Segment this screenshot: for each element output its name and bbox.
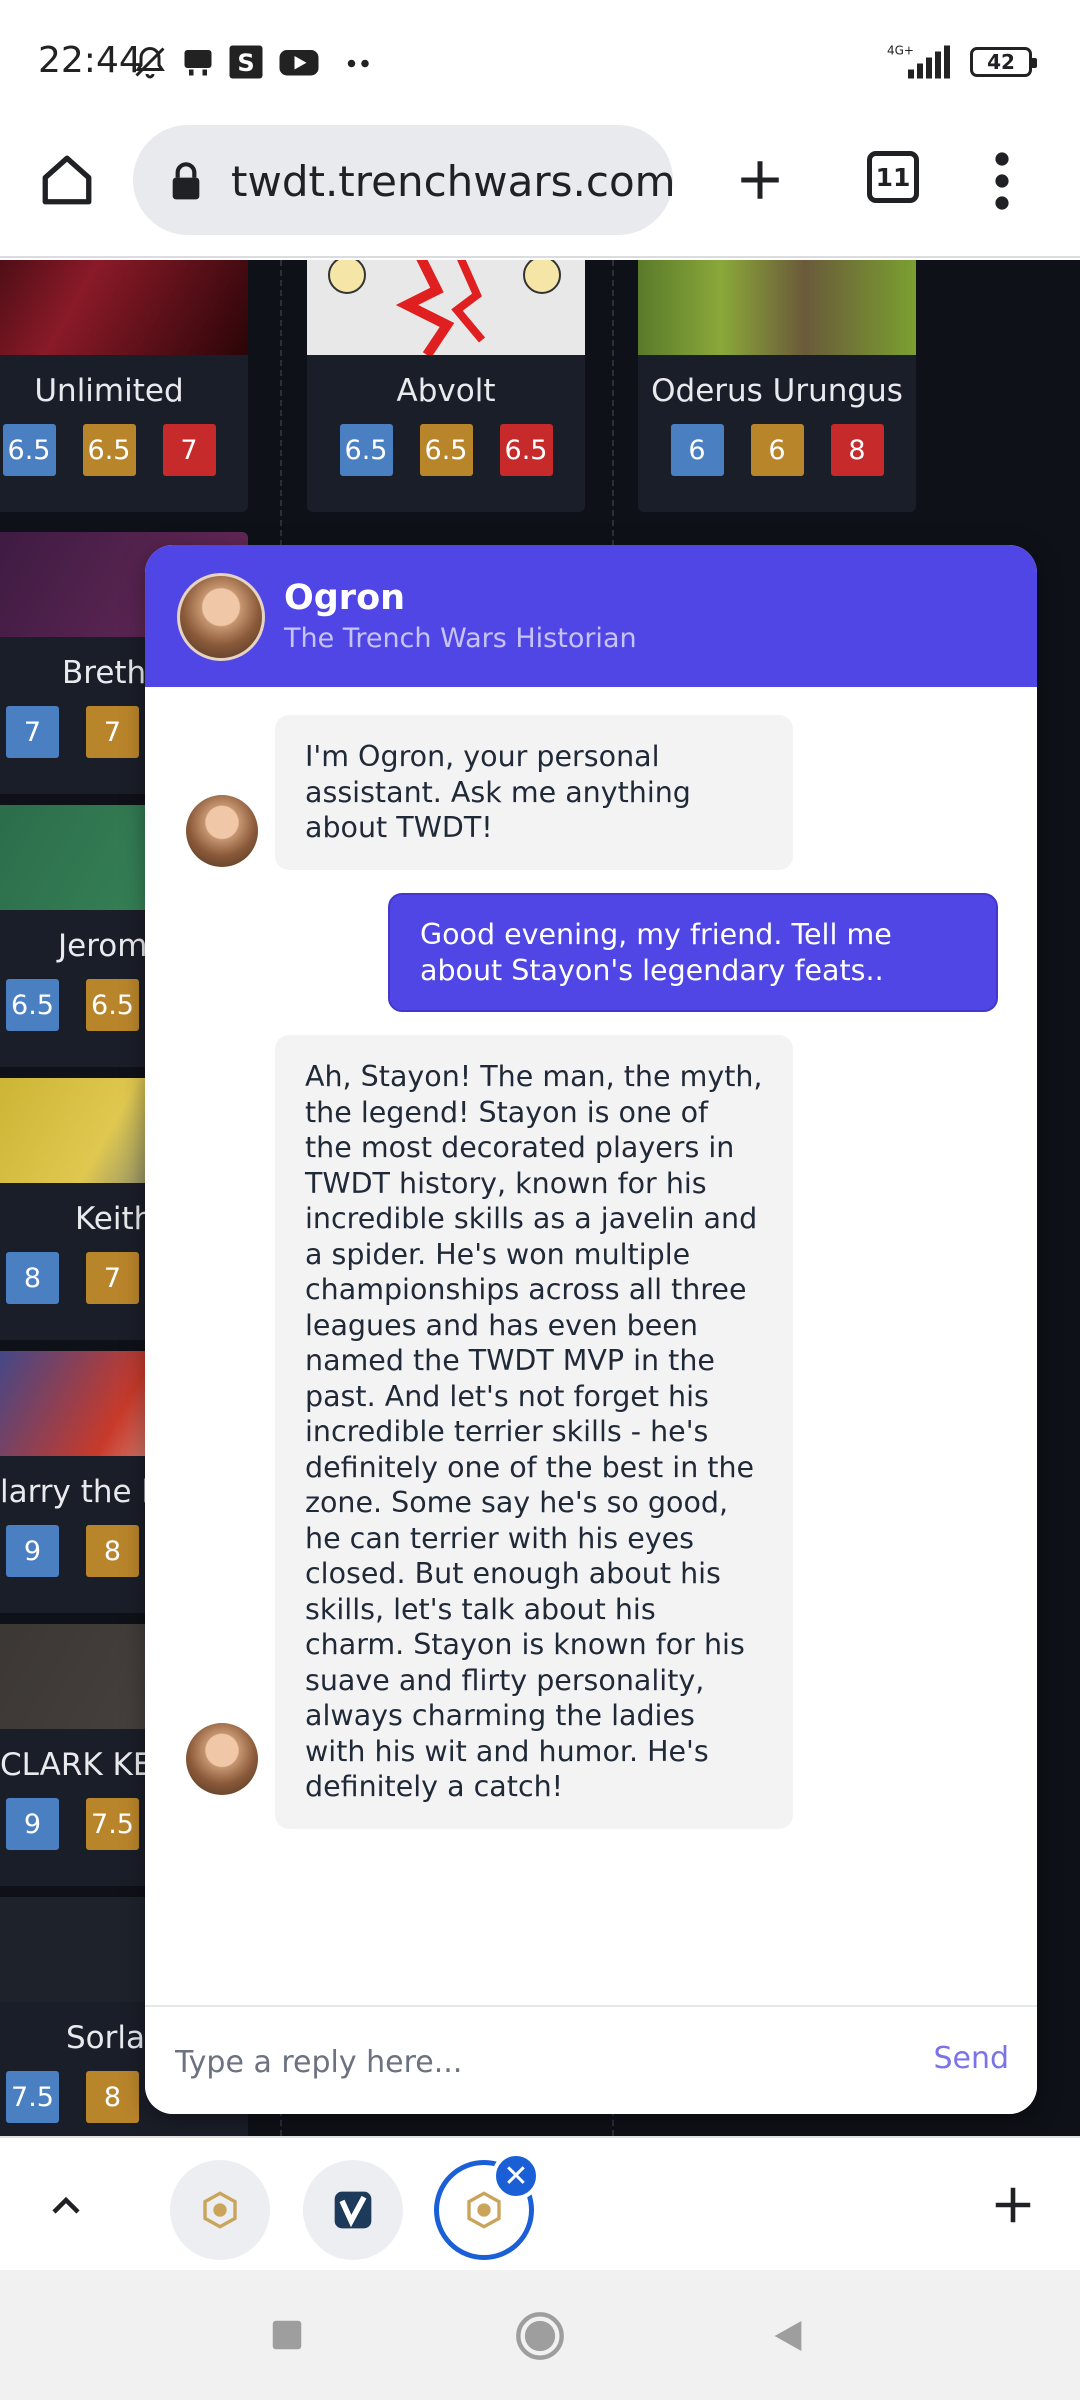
rating-badge: 6.5 [499, 424, 553, 476]
battery-icon: 42 [970, 47, 1037, 77]
player-card[interactable]: Oderus Urungus 6 6 8 [638, 260, 916, 512]
chat-notification-icon [184, 50, 212, 76]
player-name: Oderus Urungus [651, 373, 903, 409]
browser-toolbar: twdt.trenchwars.com 11 [0, 125, 1080, 258]
bot-message-avatar [186, 1723, 258, 1795]
home-icon[interactable] [38, 151, 96, 209]
reply-input[interactable] [175, 2037, 875, 2087]
status-bar: 22:44 S 4G+ 42 [0, 0, 1080, 125]
rating-badge: 6.5 [86, 979, 139, 1031]
site-favicon-icon [203, 2191, 237, 2229]
player-name: Unlimited [34, 373, 184, 409]
home-nav-icon[interactable] [514, 2310, 566, 2362]
rating-badge: 9 [6, 1525, 59, 1577]
url-text[interactable]: twdt.trenchwars.com [231, 157, 676, 206]
back-icon[interactable] [768, 2314, 808, 2358]
reply-bar: Send [145, 2005, 1037, 2114]
status-time: 22:44 [38, 40, 142, 81]
rating-badge: 6.5 [419, 424, 473, 476]
bot-message-avatar [186, 795, 258, 867]
user-message: Good evening, my friend. Tell me about S… [388, 893, 998, 1012]
chevron-up-icon[interactable] [46, 2188, 86, 2224]
rating-badge: 6.5 [6, 979, 59, 1031]
rating-badge: 6.5 [2, 424, 56, 476]
rating-badge: 7 [6, 706, 59, 758]
address-bar[interactable]: twdt.trenchwars.com [133, 125, 676, 235]
rating-badge: 9 [6, 1798, 59, 1850]
notifications-off-icon [135, 46, 165, 79]
svg-text:4G+: 4G+ [887, 44, 914, 58]
player-card[interactable]: Unlimited 6.5 6.5 7 [0, 260, 248, 512]
bot-message: I'm Ogron, your personal assistant. Ask … [275, 715, 793, 870]
player-name: Abvolt [396, 373, 496, 409]
more-notifications-icon [347, 59, 369, 68]
send-button[interactable]: Send [933, 2041, 1009, 2076]
bot-avatar [177, 573, 265, 661]
rating-badge: 7 [86, 706, 139, 758]
chat-widget: Ogron The Trench Wars Historian I'm Ogro… [145, 545, 1037, 2114]
battery-level: 42 [987, 50, 1015, 74]
overflow-menu-icon[interactable] [992, 151, 1012, 211]
svg-text:S: S [237, 49, 254, 77]
bottom-tab-strip: ✕ [0, 2136, 1080, 2270]
bot-message: Ah, Stayon! The man, the myth, the legen… [275, 1035, 793, 1829]
rating-badge: 8 [830, 424, 884, 476]
system-nav-bar [0, 2270, 1080, 2400]
youtube-icon [279, 50, 319, 76]
bot-subtitle: The Trench Wars Historian [284, 623, 637, 654]
rating-badge: 6 [750, 424, 804, 476]
bot-name: Ogron [284, 578, 406, 618]
rating-badge: 7.5 [6, 2071, 59, 2123]
rating-badge: 7 [162, 424, 216, 476]
recents-icon[interactable] [268, 2316, 306, 2354]
rating-badge: 6.5 [82, 424, 136, 476]
lock-icon[interactable] [169, 161, 203, 201]
signal-icon: 4G+ [887, 44, 950, 79]
player-image [307, 260, 585, 358]
site-favicon-icon [467, 2191, 501, 2229]
rating-badge: 7 [86, 1252, 139, 1304]
player-image [638, 260, 916, 355]
new-tab-icon[interactable] [735, 151, 785, 209]
rating-badge: 8 [86, 2071, 139, 2123]
close-tab-icon[interactable]: ✕ [492, 2152, 540, 2200]
tab-switcher-button[interactable]: 11 [867, 151, 919, 203]
rating-badge: 7.5 [86, 1798, 139, 1850]
player-image [0, 260, 248, 355]
s-app-icon: S [229, 45, 263, 79]
rating-badge: 6.5 [339, 424, 393, 476]
player-card[interactable]: Abvolt 6.5 6.5 6.5 [307, 260, 585, 512]
lightning-image [328, 260, 561, 358]
tab-group-item[interactable] [303, 2160, 403, 2260]
rating-badge: 8 [86, 1525, 139, 1577]
tab-group-item[interactable] [170, 2160, 270, 2260]
tab-count: 11 [875, 162, 911, 192]
add-tab-icon[interactable] [990, 2182, 1036, 2228]
chat-header: Ogron The Trench Wars Historian [145, 545, 1037, 687]
v-app-favicon-icon [334, 2191, 372, 2229]
rating-badge: 8 [6, 1252, 59, 1304]
rating-badge: 6 [670, 424, 724, 476]
